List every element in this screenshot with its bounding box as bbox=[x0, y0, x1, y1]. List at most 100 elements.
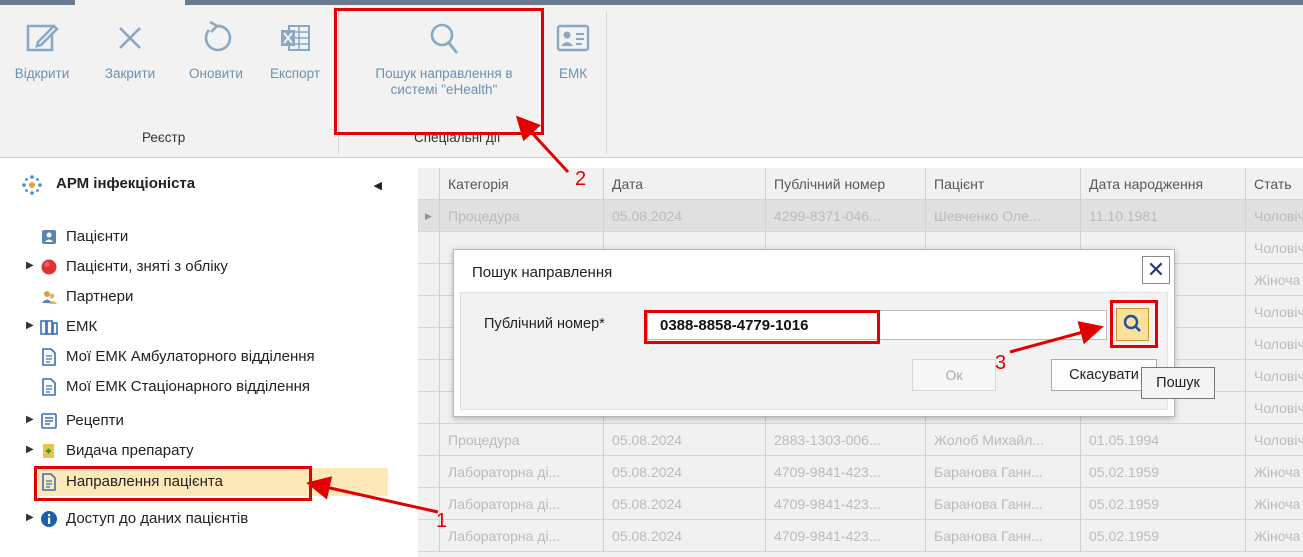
document-icon bbox=[42, 348, 56, 366]
id-card-icon bbox=[556, 24, 590, 52]
nav-item-prescriptions[interactable]: ▶ Рецепти bbox=[0, 407, 392, 435]
ok-button[interactable]: Ок bbox=[912, 359, 996, 391]
table-row[interactable]: Лабораторна ді... 05.08.2024 4709-9841-423… bbox=[418, 488, 1303, 520]
annotation-box-patient-referral bbox=[34, 466, 312, 501]
nav-item-label: Пацієнти, зняті з обліку bbox=[66, 258, 228, 275]
table-row[interactable]: Процедура 05.08.2024 2883-1303-006... Жолоб… bbox=[418, 424, 1303, 456]
cell-category: Лабораторна ді... bbox=[440, 488, 604, 520]
cell-birth-date: 05.02.1959 bbox=[1081, 456, 1246, 488]
nav-item-emk[interactable]: ▶ ЕМК bbox=[0, 313, 392, 341]
nav-item-patients[interactable]: Пацієнти bbox=[0, 223, 392, 251]
nav-item-label: Видача препарату bbox=[66, 442, 194, 459]
nav-item-label: ЕМК bbox=[66, 318, 98, 335]
annotation-box-public-number bbox=[644, 310, 880, 344]
prescription-icon bbox=[41, 413, 57, 429]
ribbon-top-bar bbox=[0, 0, 1303, 5]
row-indicator-header bbox=[418, 168, 440, 200]
nav-item-patient-data-access[interactable]: ▶ Доступ до даних пацієнтів bbox=[0, 505, 392, 533]
ribbon-group-separator bbox=[606, 12, 607, 154]
nav-item-label: Мої ЕМК Амбулаторного відділення bbox=[66, 348, 315, 365]
cell-category: Лабораторна ді... bbox=[440, 456, 604, 488]
collapse-sidebar-icon[interactable]: ◀ bbox=[374, 179, 382, 192]
emk-button[interactable]: ЕМК bbox=[548, 18, 598, 82]
expand-arrow-icon[interactable]: ▶ bbox=[26, 512, 34, 523]
nav-item-my-emk-inpatient[interactable]: Мої ЕМК Стаціонарного відділення bbox=[0, 373, 392, 401]
patients-icon bbox=[42, 230, 56, 244]
cell-patient: Баранова Ганн... bbox=[926, 488, 1081, 520]
document-icon bbox=[42, 378, 56, 396]
row-indicator bbox=[418, 296, 440, 328]
cell-category: Процедура bbox=[440, 424, 604, 456]
nav-item-label: Партнери bbox=[66, 288, 134, 305]
cell-date: 05.08.2024 bbox=[604, 488, 766, 520]
annotation-step-1: 1 bbox=[436, 510, 448, 532]
refresh-button[interactable]: Оновити bbox=[174, 18, 258, 82]
public-number-label: Публічний номер* bbox=[484, 316, 605, 332]
cell-birth-date: 11.10.1981 bbox=[1081, 200, 1246, 232]
cell-public-number: 4709-9841-423... bbox=[766, 520, 926, 552]
column-header-gender[interactable]: Стать bbox=[1246, 168, 1303, 200]
cell-gender: Жіноча bbox=[1246, 264, 1303, 296]
dialog-title: Пошук направлення bbox=[472, 264, 613, 281]
row-indicator bbox=[418, 360, 440, 392]
row-indicator bbox=[418, 424, 440, 456]
row-indicator bbox=[418, 328, 440, 360]
column-header-public-number[interactable]: Публічний номер bbox=[766, 168, 926, 200]
cell-gender: Жіноча bbox=[1246, 488, 1303, 520]
red-circle-icon bbox=[41, 259, 57, 275]
export-button[interactable]: Експорт bbox=[260, 18, 330, 82]
export-button-label: Експорт bbox=[269, 66, 321, 81]
table-row[interactable]: ▶ Процедура 05.08.2024 4299-8371-046... Шевч… bbox=[418, 200, 1303, 232]
nav-item-label: Доступ до даних пацієнтів bbox=[66, 510, 249, 527]
cell-patient: Баранова Ганн... bbox=[926, 456, 1081, 488]
cell-date: 05.08.2024 bbox=[604, 456, 766, 488]
cell-gender: Чоловіча bbox=[1246, 296, 1303, 328]
cell-public-number: 4709-9841-423... bbox=[766, 488, 926, 520]
excel-export-icon bbox=[281, 25, 310, 51]
open-button-label: Відкрити bbox=[14, 66, 70, 81]
sidebar-header: АРМ інфекціоніста ◀ bbox=[20, 173, 390, 197]
column-header-patient[interactable]: Пацієнт bbox=[926, 168, 1081, 200]
cell-patient: Баранова Ганн... bbox=[926, 520, 1081, 552]
row-indicator: ▶ bbox=[418, 200, 440, 232]
cell-public-number: 4709-9841-423... bbox=[766, 456, 926, 488]
active-tab-indicator bbox=[75, 0, 185, 5]
nav-item-partners[interactable]: Партнери bbox=[0, 283, 392, 311]
workstation-icon bbox=[22, 175, 42, 195]
table-row[interactable]: Лабораторна ді... 05.08.2024 4709-9841-423… bbox=[418, 456, 1303, 488]
cell-gender: Чоловіча bbox=[1246, 424, 1303, 456]
cell-category: Процедура bbox=[440, 200, 604, 232]
edit-icon bbox=[26, 24, 59, 52]
cell-date: 05.08.2024 bbox=[604, 424, 766, 456]
expand-arrow-icon[interactable]: ▶ bbox=[26, 414, 34, 425]
refresh-button-label: Оновити bbox=[189, 66, 243, 81]
partners-icon bbox=[42, 291, 57, 304]
table-row[interactable]: Лабораторна ді... 05.08.2024 4709-9841-423… bbox=[418, 520, 1303, 552]
open-button[interactable]: Відкрити bbox=[10, 18, 74, 82]
sidebar-title: АРМ інфекціоніста bbox=[56, 175, 196, 192]
column-header-birth-date[interactable]: Дата народження bbox=[1081, 168, 1246, 200]
cell-gender: Чоловіча bbox=[1246, 232, 1303, 264]
nav-item-deregistered-patients[interactable]: ▶ Пацієнти, зняті з обліку bbox=[0, 253, 392, 281]
nav-item-label: Рецепти bbox=[66, 412, 124, 429]
cell-public-number: 4299-8371-046... bbox=[766, 200, 926, 232]
row-indicator bbox=[418, 456, 440, 488]
nav-item-my-emk-outpatient[interactable]: Мої ЕМК Амбулаторного відділення bbox=[0, 343, 392, 371]
cell-public-number: 2883-1303-006... bbox=[766, 424, 926, 456]
row-indicator bbox=[418, 264, 440, 296]
cell-birth-date: 05.02.1959 bbox=[1081, 488, 1246, 520]
nav-item-label: Пацієнти bbox=[66, 228, 129, 245]
expand-arrow-icon[interactable]: ▶ bbox=[26, 320, 34, 331]
close-record-button[interactable]: Закрити bbox=[93, 18, 167, 82]
expand-arrow-icon[interactable]: ▶ bbox=[26, 444, 34, 455]
grid-header-row: Категорія Дата Публічний номер Пацієнт Д… bbox=[418, 168, 1303, 200]
search-tooltip: Пошук bbox=[1141, 367, 1215, 399]
close-icon bbox=[119, 27, 141, 49]
dialog-close-button[interactable]: ✕ bbox=[1142, 256, 1170, 284]
cell-gender: Чоловіча bbox=[1246, 328, 1303, 360]
nav-item-drug-dispensing[interactable]: ▶ Видача препарату bbox=[0, 437, 392, 465]
row-indicator bbox=[418, 392, 440, 424]
column-header-date[interactable]: Дата bbox=[604, 168, 766, 200]
expand-arrow-icon[interactable]: ▶ bbox=[26, 260, 34, 271]
nav-item-label: Мої ЕМК Стаціонарного відділення bbox=[66, 378, 311, 395]
